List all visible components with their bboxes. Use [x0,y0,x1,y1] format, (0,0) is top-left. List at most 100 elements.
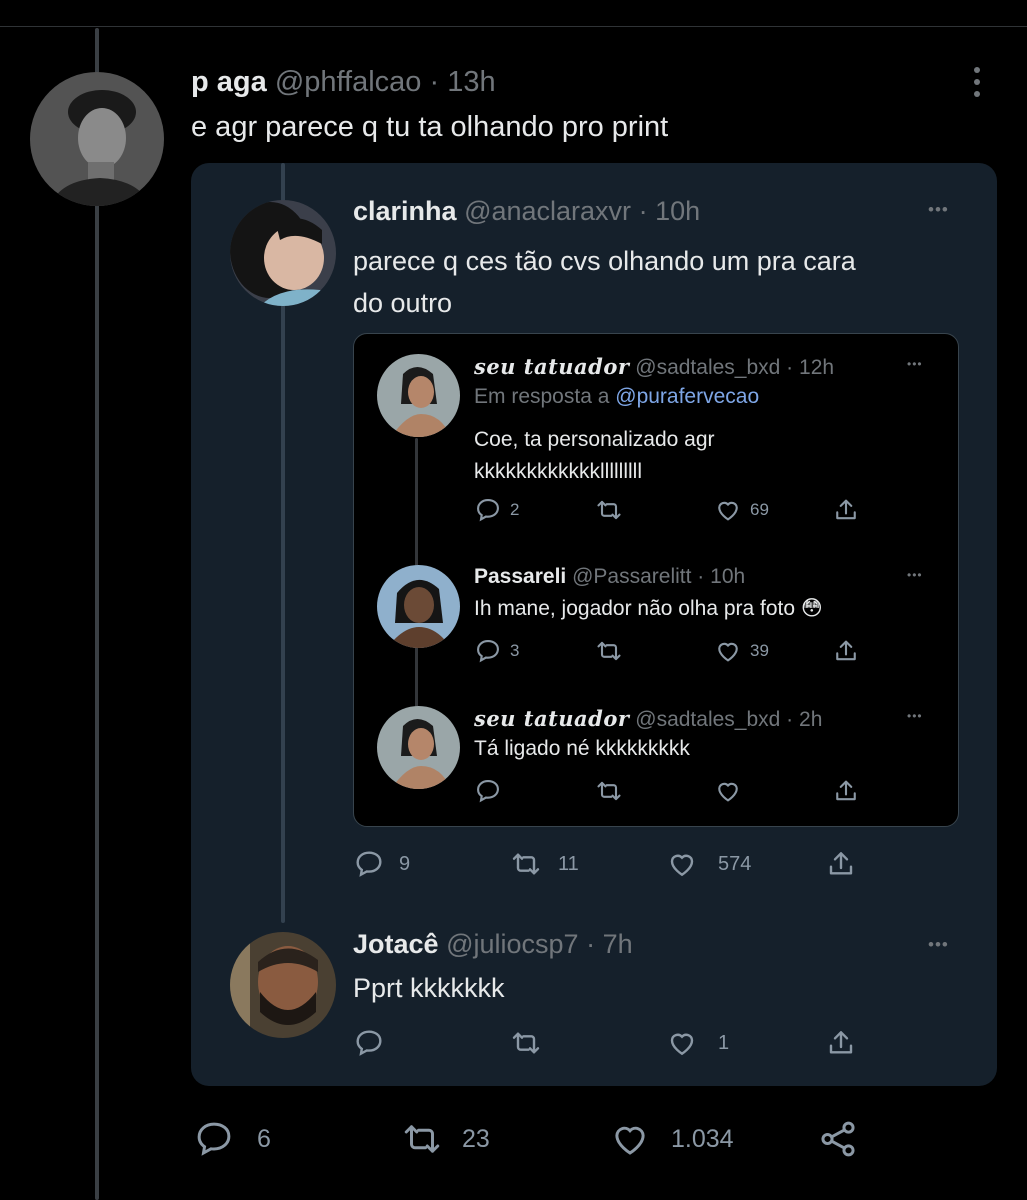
tweet-text: e agr parece q tu ta olhando pro print [191,111,669,143]
share-button[interactable] [825,1027,857,1059]
share-action [832,637,860,665]
reply-button[interactable]: 9 [353,848,410,880]
display-name[interactable]: p aga [191,66,267,98]
timestamp: 2h [799,708,823,731]
top-divider [0,26,1027,27]
reply-count: 9 [399,852,411,875]
timestamp[interactable]: 10h [655,196,700,226]
timestamp[interactable]: 7h [603,929,633,959]
tweet-text-line: kkkkkkkkkkkklllllllll [474,460,642,483]
like-icon [670,854,694,877]
reply-action: 3 [474,637,519,665]
retweet-button[interactable] [508,1027,544,1059]
tweet-text-line: do outro [353,288,453,318]
action-bar: 3 39 [474,637,874,667]
reply-icon [356,1030,382,1056]
avatar[interactable] [230,200,336,306]
dot-separator: · [429,66,440,98]
handle: @sadtales_bxd [635,708,781,731]
reply-icon [356,851,382,877]
retweet-button[interactable]: 23 [398,1118,490,1160]
reply-action: 2 [474,496,519,524]
reply-button[interactable]: 6 [193,1118,271,1160]
tweet-text-line: Coe, ta personalizado agr [474,428,715,451]
share-button[interactable] [817,1118,859,1160]
share-action [832,777,860,805]
display-name: seu tatuador [474,354,630,379]
retweet-action [594,496,624,524]
tweet-text: Coe, ta personalizado agr kkkkkkkkkkkkll… [474,424,715,488]
tweet-text: Tá ligado né kkkkkkkkk [474,737,690,760]
reply-context: Em resposta a @purafervecao [474,385,759,409]
retweet-icon [404,1125,440,1153]
tweet-text: Pprt kkkkkkk [353,973,505,1003]
action-bar: 6 23 1.034 [193,1118,873,1160]
retweet-icon [597,641,621,661]
like-icon [718,782,738,802]
reply-icon [197,1122,231,1156]
mention-link: @purafervecao [615,385,760,408]
retweet-icon [597,781,621,801]
avatar[interactable] [230,932,336,1038]
retweet-action [594,637,624,665]
dot-separator: · [697,565,705,588]
reply-prefix: Em resposta a [474,385,610,408]
timestamp[interactable]: 13h [447,66,495,98]
share-icon [829,852,853,875]
like-button[interactable]: 1.034 [609,1118,734,1160]
avatar [377,354,460,437]
retweet-button[interactable]: 11 [508,848,579,880]
dot-separator: · [638,196,648,226]
reply-button[interactable] [353,1027,385,1059]
tweet-header: p aga @phffalcao · 13h [191,66,496,99]
display-name[interactable]: Jotacê [353,929,439,959]
like-button[interactable]: 1 [666,1027,729,1059]
share-icon [836,499,856,520]
more-horizontal-icon: ••• [907,357,923,371]
like-count: 39 [750,641,769,660]
tweet-text-line: parece q ces tão cvs olhando um pra cara [353,246,856,276]
display-name: seu tatuador [474,706,630,731]
share-icon [821,1121,855,1157]
display-name[interactable]: clarinha [353,196,457,226]
more-horizontal-icon[interactable]: ••• [928,200,949,220]
handle[interactable]: @juliocsp7 [446,929,578,959]
like-count: 1 [718,1031,730,1054]
share-icon [836,780,856,801]
tweet-text: Ih mane, jogador não olha pra foto 😳 [474,597,823,620]
tweet-text: parece q ces tão cvs olhando um pra cara… [353,240,856,324]
tweet-header: clarinha @anaclaraxvr · 10h [353,196,700,227]
avatar [377,706,460,789]
like-icon [718,642,738,662]
more-vertical-icon[interactable] [967,64,987,100]
more-horizontal-icon: ••• [907,709,923,723]
action-bar: 1 [353,1027,873,1063]
reply-count: 2 [510,500,520,519]
action-bar [474,777,874,807]
handle: @Passarelitt [572,565,692,588]
retweet-count: 11 [558,852,579,875]
timestamp: 10h [710,565,746,588]
share-button[interactable] [825,848,857,880]
avatar[interactable] [30,72,164,206]
like-count: 69 [750,500,769,519]
handle[interactable]: @anaclaraxvr [464,196,631,226]
more-horizontal-icon[interactable]: ••• [928,935,949,955]
share-action [832,496,860,524]
like-icon [718,501,738,521]
tweet-header: seu tatuador @sadtales_bxd · 2h [474,706,822,732]
retweet-count: 23 [462,1124,490,1153]
share-icon [829,1031,853,1054]
tweet-header: seu tatuador @sadtales_bxd · 12h [474,354,834,380]
retweet-icon [597,500,621,520]
tweet-header: Jotacê @juliocsp7 · 7h [353,929,633,960]
retweet-icon [512,1032,540,1054]
reply-icon [477,640,499,663]
handle[interactable]: @phffalcao [275,66,422,98]
reply-icon [477,499,499,522]
dot-separator: · [786,356,794,379]
like-button[interactable]: 574 [666,848,751,880]
reply-icon [477,780,499,803]
like-action: 39 [714,637,769,665]
dot-separator: · [786,708,794,731]
